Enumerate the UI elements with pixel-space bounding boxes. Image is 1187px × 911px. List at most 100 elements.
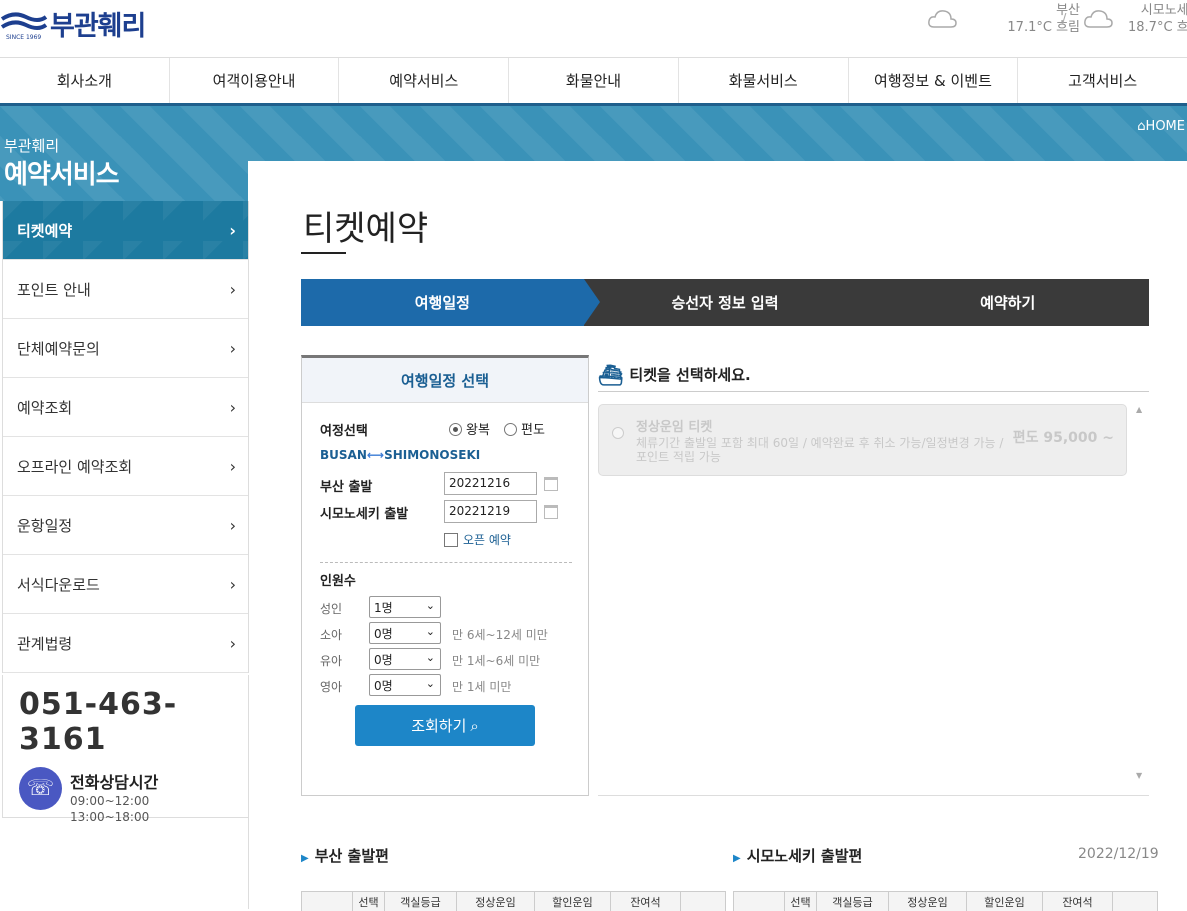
phone-icon: ☏ [19,767,62,810]
step-book: 예약하기 [980,294,1036,312]
sidebar-item-ticket[interactable]: 티켓예약 › [3,201,248,260]
col-discount-fare: 할인운임 [534,892,610,911]
main-nav: 회사소개 여객이용안내 예약서비스 화물안내 화물서비스 여행정보 & 이벤트 … [0,57,1187,106]
sidebar-item-label: 운항일정 [17,516,73,535]
logo-wave-icon: SINCE 1969 [0,5,48,41]
logo[interactable]: SINCE 1969 부관훼리 [0,0,146,46]
radio-round-trip[interactable]: 왕복 [449,419,490,438]
cloud-icon [928,10,957,28]
route-to: SHIMONOSEKI [384,448,481,462]
weather-cond: 흐 [1176,20,1187,35]
radio-checked-icon [449,423,462,436]
col-blank [680,892,705,911]
calendar-icon[interactable] [544,505,558,519]
sidebar-subtitle: 부관훼리 [4,137,60,155]
open-reservation-label: 오픈 예약 [463,533,511,547]
ticket-option[interactable]: 정상운임 티켓 체류기간 출발일 포함 최대 60일 / 예약완료 후 취소 가… [598,404,1127,476]
phone-number[interactable]: 051-463-3161 [19,687,248,757]
search-icon: ⌕ [470,716,479,735]
col-blank [734,892,784,911]
cloud-icon [1084,10,1113,28]
adult-label: 성인 [320,602,343,616]
departure-shimonoseki-label: 시모노세키 출발 [320,507,409,522]
search-button-label: 조회하기 [411,717,467,735]
col-regular-fare: 정상운임 [888,892,966,911]
weather-temp: 17.1°C [1007,20,1052,35]
ticket-scrollbar[interactable]: ▲ ▼ [1133,403,1148,782]
infant-select[interactable]: 0명 ⌄ [369,674,441,696]
nav-item-cargo[interactable]: 화물안내 [508,58,678,103]
shimonoseki-departures-title: ▶ 시모노세키 출발편 [733,845,862,866]
nav-item-passenger[interactable]: 여객이용안내 [168,58,339,103]
route-label: BUSAN⟷SHIMONOSEKI [320,448,480,462]
contact-box: 051-463-3161 ☏ 전화상담시간 09:00~12:00 13:00~… [2,675,249,824]
weather-shimonoseki: 시모노세 18.7°C 흐 [1082,2,1187,36]
weather-busan: 부산 17.1°C 흐림 [926,2,1080,36]
sidebar-item-schedule[interactable]: 운항일정 › [3,496,248,555]
adult-select[interactable]: 1명 ⌄ [369,596,441,618]
calendar-icon[interactable] [544,477,558,491]
nav-item-company[interactable]: 회사소개 [0,58,169,103]
sidebar-item-label: 티켓예약 [17,221,73,240]
sidebar-item-points[interactable]: 포인트 안내 › [3,260,248,319]
radio-icon [504,423,517,436]
chevron-down-icon: ⌄ [425,677,435,690]
chevron-right-icon: › [229,397,236,417]
chevron-right-icon: › [229,279,236,299]
chevron-right-icon: › [229,456,236,476]
ticket-price: 편도 95,000 ~ [1012,430,1114,446]
chevron-down-icon: ⌄ [425,599,435,612]
round-trip-label: 왕복 [466,423,490,438]
sidebar-item-forms[interactable]: 서식다운로드 › [3,555,248,614]
title-underline [301,252,346,254]
breadcrumb[interactable]: ⌂HOME [1137,119,1185,134]
toddler-select[interactable]: 0명 ⌄ [369,648,441,670]
nav-item-customer[interactable]: 고객서비스 [1017,58,1187,103]
sidebar-item-label: 예약조회 [17,398,73,417]
col-seats: 잔여석 [1042,892,1112,911]
toddler-label: 유아 [320,654,343,668]
scroll-up-icon[interactable]: ▲ [1136,405,1142,414]
col-class: 객실등급 [384,892,456,911]
toddler-hint: 만 1세~6세 미만 [452,654,541,668]
chevron-down-icon: ⌄ [425,651,435,664]
chevron-right-icon: › [229,574,236,594]
col-select: 선택 [352,892,384,911]
shimonoseki-departures-label: 시모노세키 출발편 [746,847,863,865]
chevron-right-icon: › [229,338,236,358]
sidebar-item-laws[interactable]: 관계법령 › [3,614,248,673]
sidebar-item-label: 서식다운로드 [17,575,100,594]
return-date: 2022/12/19 [1078,846,1159,862]
col-discount-fare: 할인운임 [966,892,1042,911]
dashed-divider [320,562,572,563]
ship-icon: ⛴ [598,362,624,387]
people-label: 인원수 [320,574,356,589]
weather-temp: 18.7°C [1128,20,1173,35]
adult-select-value: 1명 [374,601,393,615]
child-select-value: 0명 [374,627,393,641]
sidebar-item-offline[interactable]: 오프라인 예약조회 › [3,437,248,496]
logo-text: 부관훼리 [50,10,146,42]
radio-icon [612,427,624,439]
child-select[interactable]: 0명 ⌄ [369,622,441,644]
checkbox-icon [444,533,458,547]
search-button[interactable]: 조회하기 ⌕ [355,705,535,746]
departure-busan-date[interactable]: 20221216 [444,472,537,495]
sidebar-item-group[interactable]: 단체예약문의 › [3,319,248,378]
scroll-down-icon[interactable]: ▼ [1136,771,1142,780]
chevron-right-icon: › [229,515,236,535]
infant-hint: 만 1세 미만 [452,680,512,694]
logo-since-text: SINCE 1969 [6,34,41,41]
col-blank [302,892,352,911]
radio-one-way[interactable]: 편도 [504,419,545,438]
sidebar-item-label: 오프라인 예약조회 [17,457,133,476]
open-reservation-checkbox[interactable]: 오픈 예약 [444,531,511,548]
nav-item-travel-event[interactable]: 여행정보 & 이벤트 [847,58,1018,103]
nav-item-cargo-service[interactable]: 화물서비스 [677,58,848,103]
sidebar-item-lookup[interactable]: 예약조회 › [3,378,248,437]
chevron-down-icon: ⌄ [425,625,435,638]
hours-morning: 09:00~12:00 [70,794,150,808]
sidebar-item-label: 단체예약문의 [17,339,100,358]
departure-shimonoseki-date[interactable]: 20221219 [444,500,537,523]
nav-item-reservation[interactable]: 예약서비스 [338,58,508,103]
